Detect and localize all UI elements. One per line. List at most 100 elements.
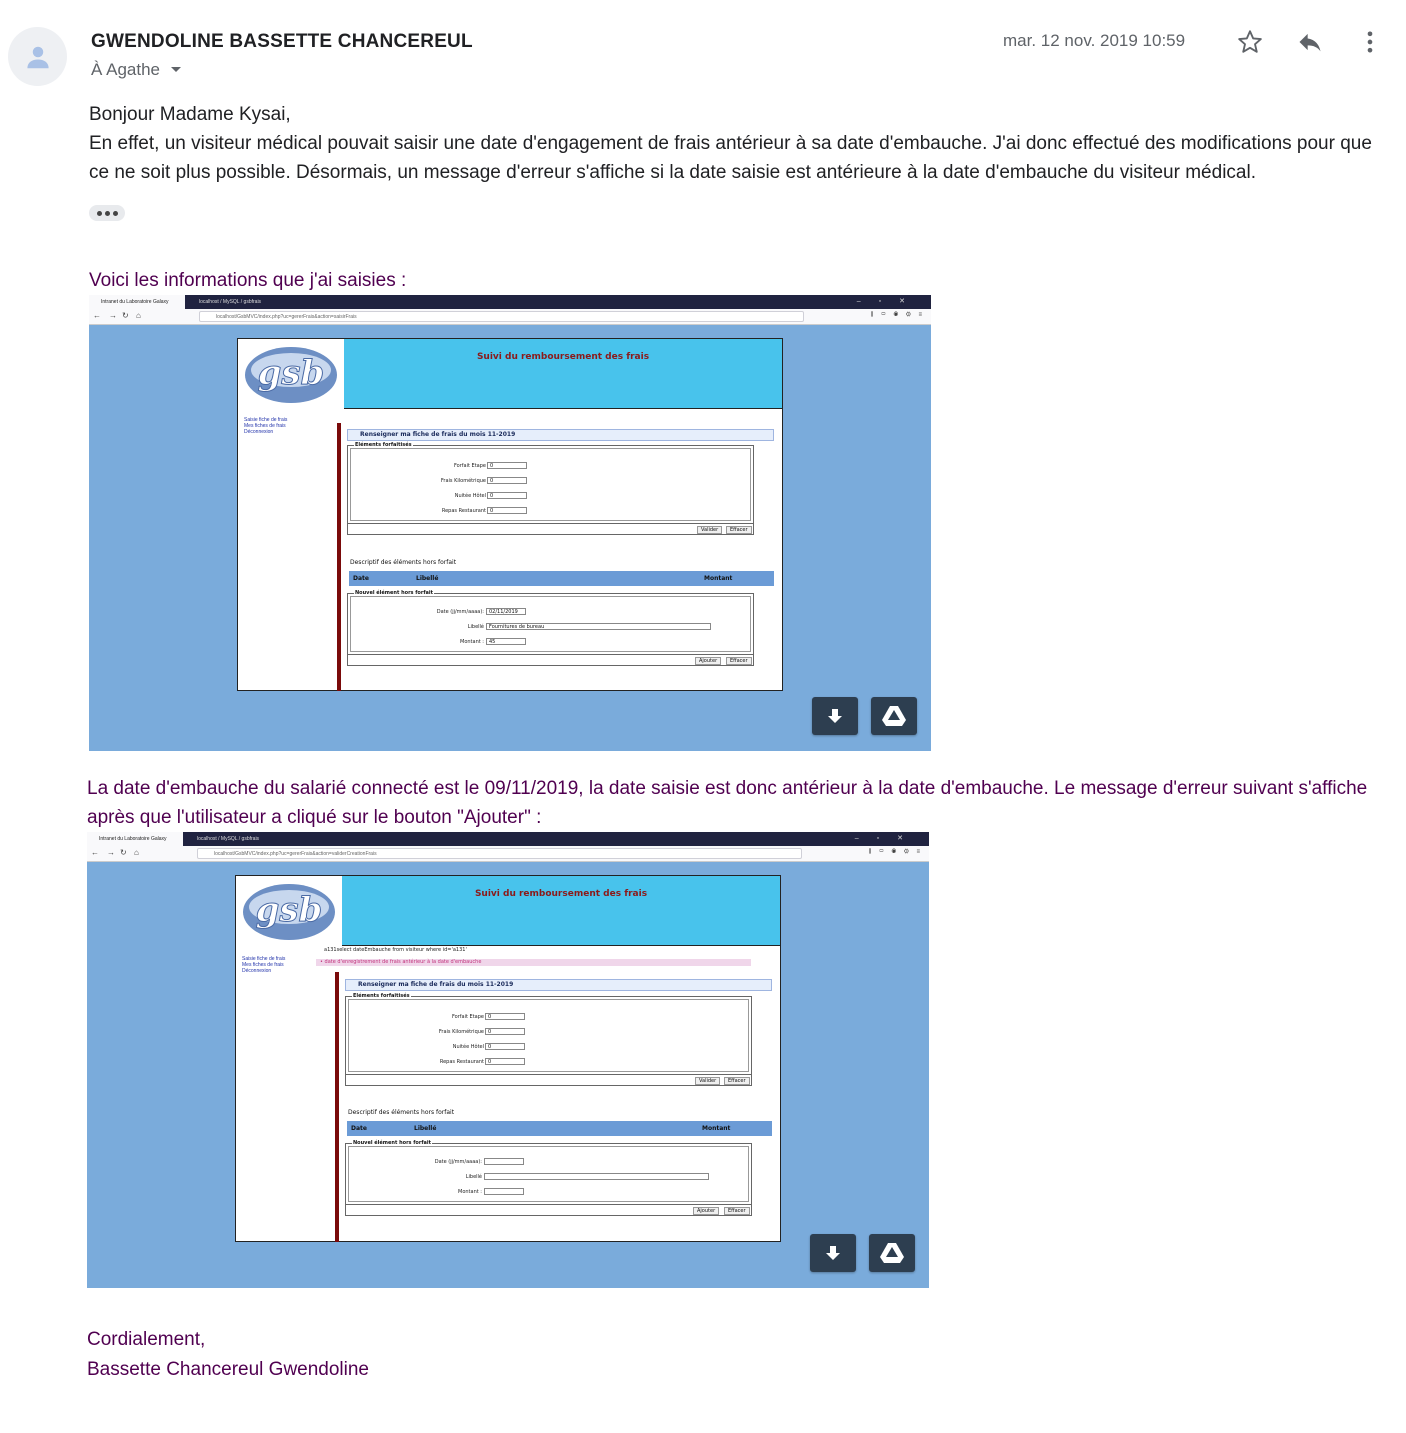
new-element-button-bar: Ajouter Effacer [347,655,754,666]
forfait-etape-input[interactable]: 0 [487,462,527,469]
reply-button[interactable] [1294,26,1326,58]
show-trimmed-content-button[interactable] [89,205,125,221]
col-date: Date [351,1125,367,1132]
col-montant: Montant [704,575,733,582]
frais-km-input[interactable]: 0 [487,477,527,484]
greeting: Bonjour Madame Kysai, [89,104,291,125]
app-banner: gsb Suivi du remboursement des frais [238,339,782,409]
save-to-drive-button[interactable] [871,697,917,735]
url-bar[interactable]: localhost/GsbMVC/index.php?uc=gererFrais… [199,311,804,322]
more-vert-icon [1367,31,1373,53]
url-bar-2[interactable]: localhost/GsbMVC/index.php?uc=gererFrais… [197,848,802,859]
download-attachment-button[interactable] [812,697,858,735]
frais-km-label: Frais Kilométrique [440,478,486,484]
screenshot-2: Intranet du Laboratoire Galaxy localhost… [87,832,929,1288]
menu-deconnexion[interactable]: Déconnexion [242,968,285,974]
date-input-empty[interactable] [484,1158,524,1165]
gsb-app-window: gsb Suivi du remboursement des frais Sai… [237,338,783,691]
sql-debug-output: a131select dateEmbauche from visiteur wh… [324,947,467,953]
save-to-drive-button-2[interactable] [869,1234,915,1272]
date-input[interactable]: 02/11/2019 [486,608,526,615]
browser-tabbar-2: Intranet du Laboratoire Galaxy localhost… [87,832,929,846]
signature-name: Bassette Chancereul Gwendoline [87,1359,370,1380]
browser-tab-2[interactable]: localhost / MySQL / gsbfrais [187,295,279,309]
recipient-details[interactable]: À Agathe [91,60,182,80]
libelle-input-empty[interactable] [484,1173,709,1180]
browser-tabbar: Intranet du Laboratoire Galaxy localhost… [89,295,931,309]
app-menu: Saisie fiche de frais Mes fiches de frai… [244,417,287,435]
repas-label: Repas Restaurant [439,1059,484,1065]
libelle-input[interactable]: Fournitures de bureau [486,623,711,630]
toolbar-icons[interactable]: ⫼ ▭ ◉ ⚙ ≡ [871,312,925,319]
sender-name: GWENDOLINE BASSETTE CHANCEREUL [91,31,473,52]
forfait-button-bar-2: Valider Effacer [345,1075,752,1086]
ajouter-button[interactable]: Ajouter [695,657,722,665]
reload-icon[interactable]: ↻ [122,311,129,320]
browser-tab-1[interactable]: Intranet du Laboratoire Galaxy [89,295,185,309]
hors-forfait-table-header: Date Libellé Montant [349,571,774,586]
montant-input[interactable]: 45 [486,638,526,645]
error-message: • date d'enregistrement de frais antérie… [316,959,751,966]
star-button[interactable] [1234,26,1266,58]
effacer-button[interactable]: Effacer [724,1077,750,1085]
libelle-label: Libellé [467,624,484,630]
email-body-intro: Bonjour Madame Kysai, En effet, un visit… [89,100,1379,187]
effacer-button-2[interactable]: Effacer [724,1207,750,1215]
repas-label: Repas Restaurant [441,508,486,514]
montant-input-empty[interactable] [484,1188,524,1195]
content-divider-2 [335,972,339,1242]
more-options-button[interactable] [1354,26,1386,58]
drive-icon [882,706,906,726]
hors-forfait-table-header-2: Date Libellé Montant [347,1121,772,1136]
back-icon[interactable]: ← [91,848,99,857]
download-icon [826,1246,840,1260]
browser-tab-2b[interactable]: localhost / MySQL / gsbfrais [185,832,277,846]
home-icon[interactable]: ⌂ [134,848,139,857]
intro-screenshot-1: Voici les informations que j'ai saisies … [89,270,407,291]
closing: Cordialement, [87,1329,206,1350]
person-icon [26,46,49,68]
download-attachment-button-2[interactable] [810,1234,856,1272]
browser-navbar: ← → ↻ ⌂ localhost/GsbMVC/index.php?uc=ge… [89,309,931,325]
forfait-etape-label: Forfait Etape [451,1014,484,1020]
forward-icon[interactable]: → [107,848,115,857]
new-element-fieldset-2: Nouvel élément hors forfait Date (jj/mm/… [345,1140,752,1205]
download-icon [828,709,842,723]
reload-icon[interactable]: ↻ [120,848,127,857]
ajouter-button[interactable]: Ajouter [693,1207,720,1215]
forfait-etape-input[interactable]: 0 [485,1013,525,1020]
intro-screenshot-2: La date d'embauche du salarié connecté e… [87,778,1368,828]
app-title-2: Suivi du remboursement des frais [474,889,648,899]
toolbar-icons-2[interactable]: ⫼ ▭ ◉ ⚙ ≡ [869,849,923,856]
nuitee-hotel-input[interactable]: 0 [487,492,527,499]
forward-icon[interactable]: → [109,311,117,320]
repas-input[interactable]: 0 [487,507,527,514]
hors-forfait-title: Descriptif des éléments hors forfait [350,559,457,566]
repas-input[interactable]: 0 [485,1058,525,1065]
back-icon[interactable]: ← [93,311,101,320]
col-montant: Montant [702,1125,731,1132]
frais-km-input[interactable]: 0 [485,1028,525,1035]
col-libelle: Libellé [416,575,439,582]
forfait-fieldset-2: Eléments forfaitisés Forfait Etape 0 Fra… [345,993,752,1075]
forfait-etape-label: Forfait Etape [453,463,486,469]
effacer-button[interactable]: Effacer [726,526,752,534]
section-title: Renseigner ma fiche de frais du mois 11-… [347,429,774,441]
window-controls-2[interactable]: –▫✕ [855,832,921,846]
browser-tab-1b[interactable]: Intranet du Laboratoire Galaxy [87,832,183,846]
paragraph-1: En effet, un visiteur médical pouvait sa… [89,133,1372,183]
effacer-button-2[interactable]: Effacer [726,657,752,665]
forfait-button-bar: Valider Effacer [347,524,754,535]
valider-button[interactable]: Valider [697,526,723,534]
gsb-logo: gsb [238,339,344,409]
window-controls[interactable]: –▫✕ [857,295,923,309]
app-menu-2: Saisie fiche de frais Mes fiches de frai… [242,956,285,974]
nuitee-hotel-input[interactable]: 0 [485,1043,525,1050]
screenshot-1: Intranet du Laboratoire Galaxy localhost… [89,295,931,751]
recipient-label: À Agathe [91,60,161,79]
montant-label: Montant : [458,1189,482,1195]
valider-button[interactable]: Valider [695,1077,721,1085]
sender-avatar[interactable] [8,27,67,86]
home-icon[interactable]: ⌂ [136,311,141,320]
menu-deconnexion[interactable]: Déconnexion [244,429,287,435]
